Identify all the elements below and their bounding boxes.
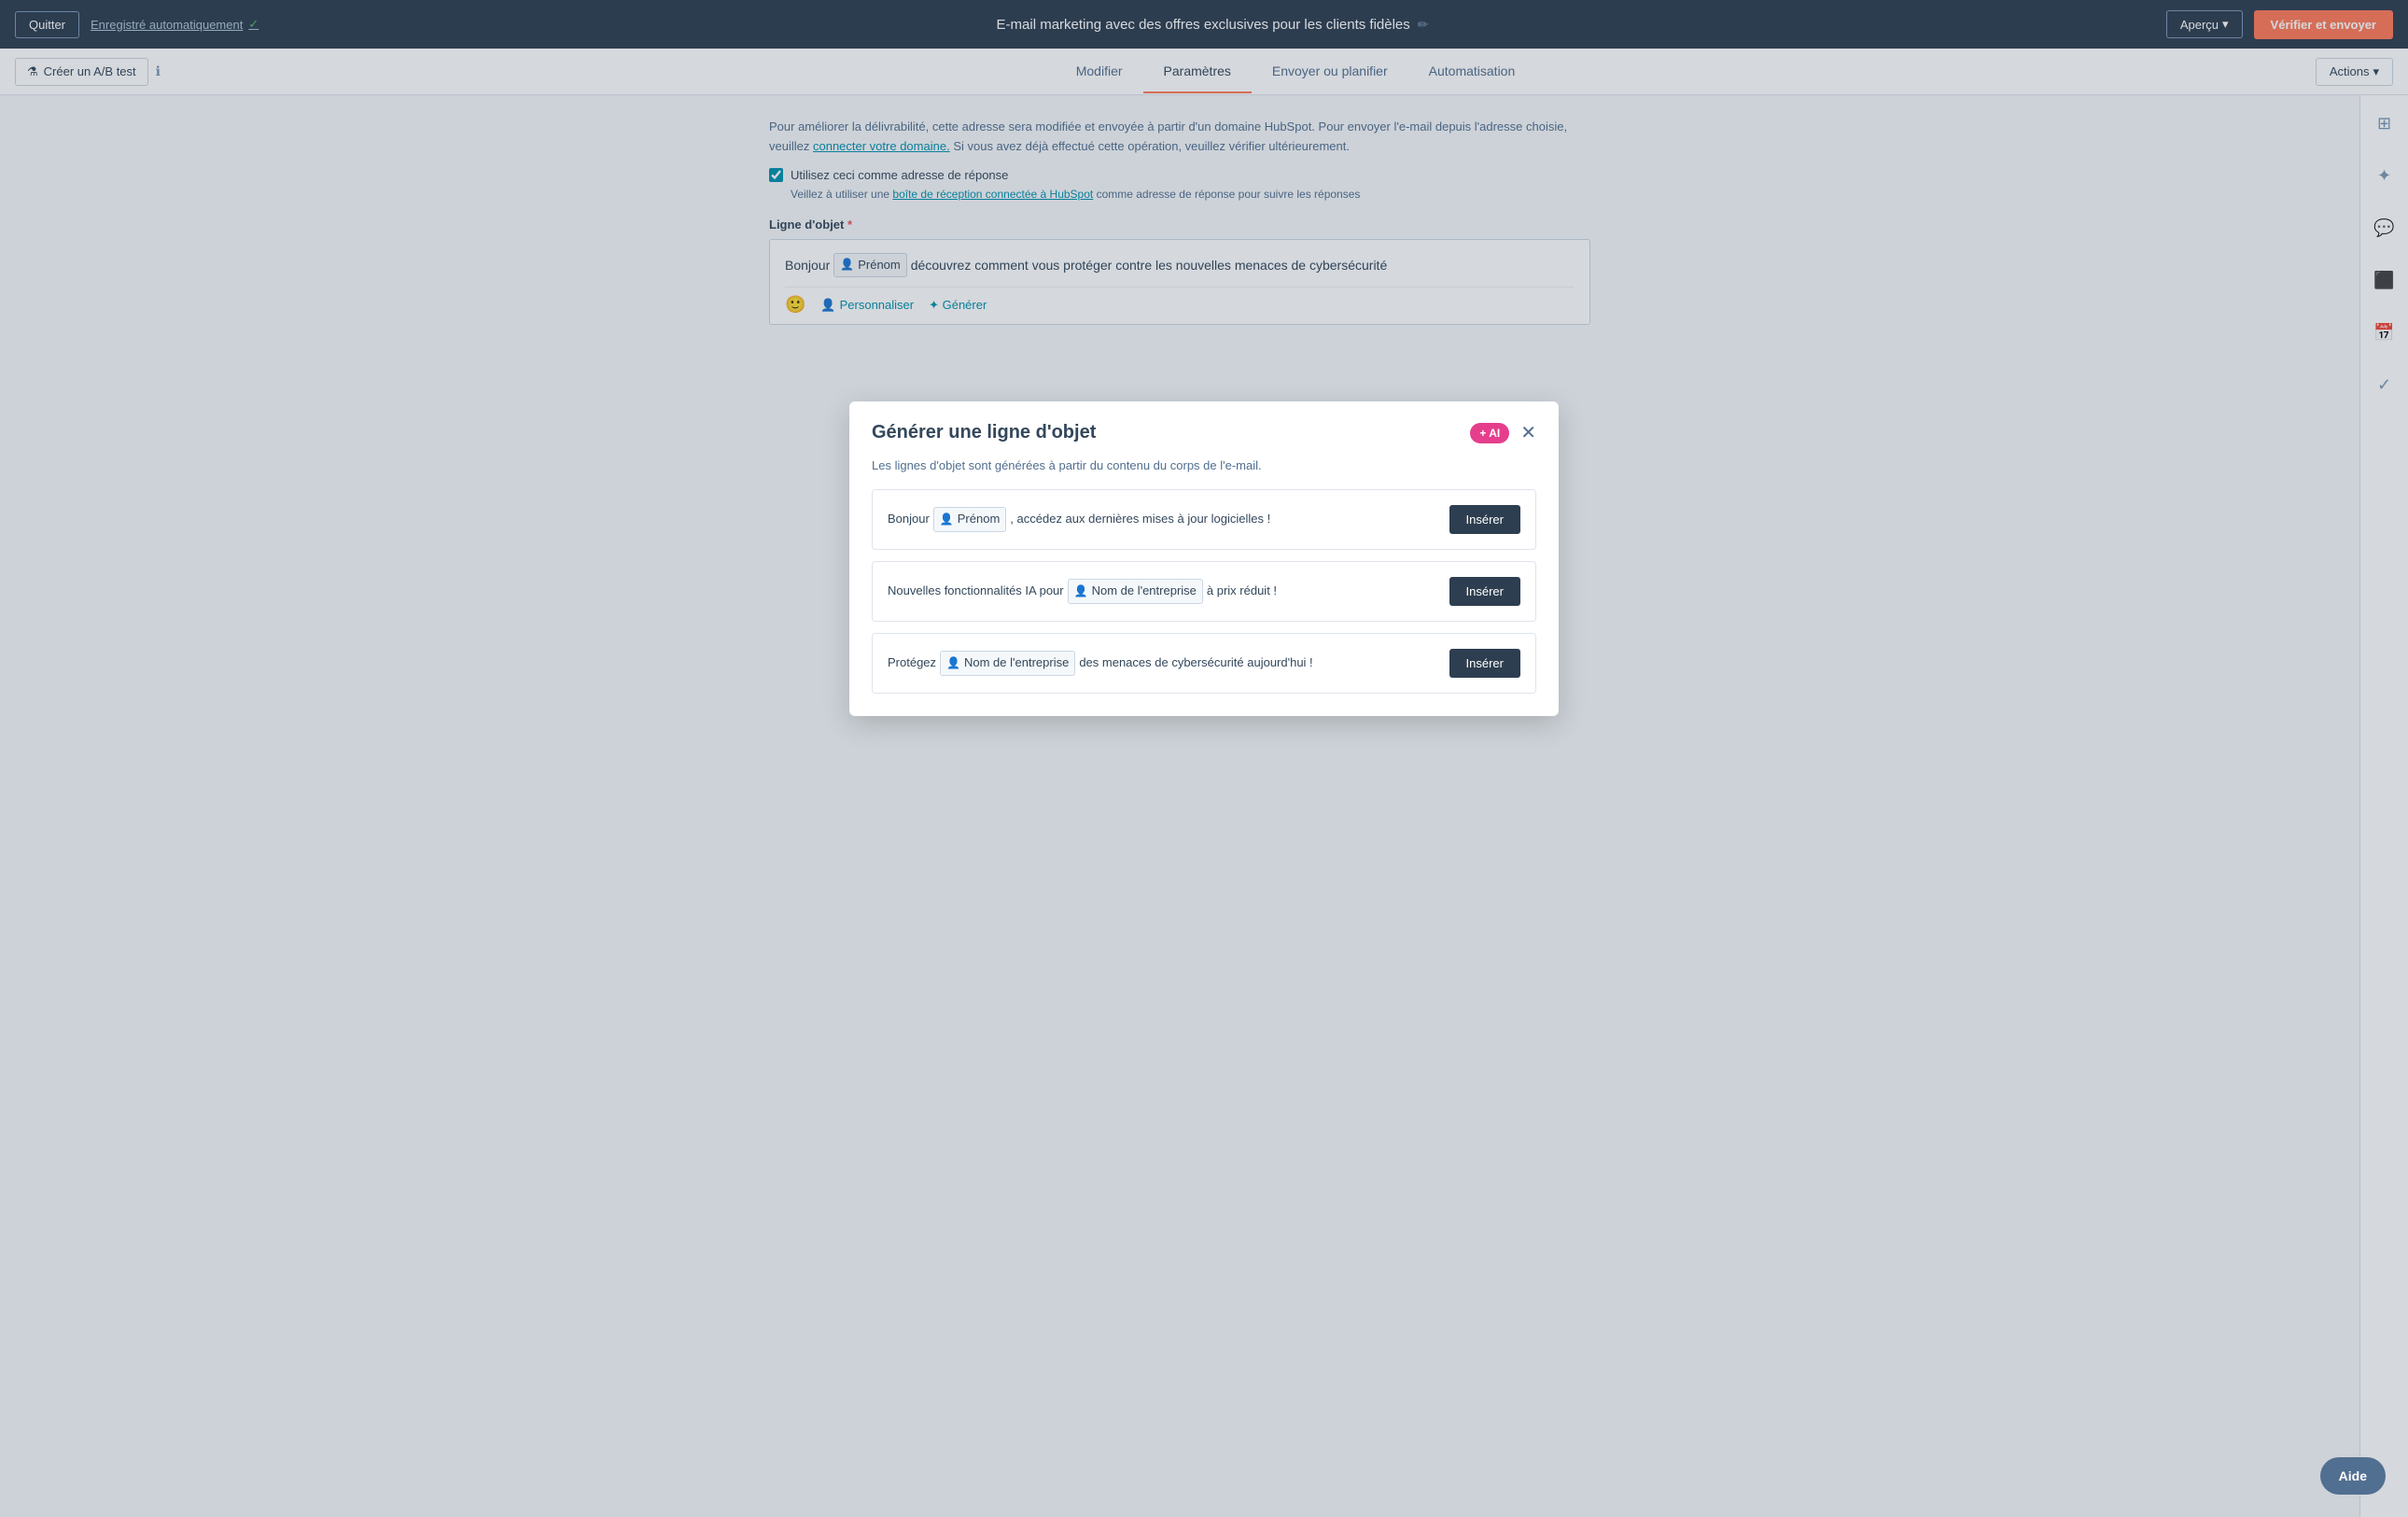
modal-subtitle: Les lignes d'objet sont générées à parti… bbox=[849, 458, 1559, 489]
modal-title: Générer une ligne d'objet bbox=[872, 422, 1096, 443]
generate-subject-modal: Générer une ligne d'objet + AI ✕ Les lig… bbox=[849, 401, 1559, 716]
modal-header-right: + AI ✕ bbox=[1470, 423, 1536, 443]
suggestion-text-2: Nouvelles fonctionnalités IA pour 👤 Nom … bbox=[888, 579, 1435, 604]
person-icon-s1: 👤 bbox=[940, 511, 954, 528]
modal-body: Bonjour 👤 Prénom , accédez aux dernières… bbox=[849, 489, 1559, 716]
help-button[interactable]: Aide bbox=[2320, 1457, 2386, 1495]
suggestion-1-token[interactable]: 👤 Prénom bbox=[933, 507, 1006, 532]
modal-header: Générer une ligne d'objet + AI ✕ bbox=[849, 401, 1559, 458]
ai-badge: + AI bbox=[1470, 423, 1509, 443]
insert-button-1[interactable]: Insérer bbox=[1449, 505, 1520, 534]
suggestion-3-token[interactable]: 👤 Nom de l'entreprise bbox=[940, 651, 1075, 676]
modal-backdrop[interactable] bbox=[0, 0, 2408, 1517]
person-icon-s3: 👤 bbox=[946, 654, 960, 672]
suggestion-text-3: Protégez 👤 Nom de l'entreprise des menac… bbox=[888, 651, 1435, 676]
suggestion-row-1: Bonjour 👤 Prénom , accédez aux dernières… bbox=[872, 489, 1536, 550]
suggestion-text-1: Bonjour 👤 Prénom , accédez aux dernières… bbox=[888, 507, 1435, 532]
modal-close-button[interactable]: ✕ bbox=[1520, 424, 1536, 442]
suggestion-2-token[interactable]: 👤 Nom de l'entreprise bbox=[1068, 579, 1203, 604]
insert-button-2[interactable]: Insérer bbox=[1449, 577, 1520, 606]
person-icon-s2: 👤 bbox=[1074, 583, 1088, 600]
modal-overlay: Générer une ligne d'objet + AI ✕ Les lig… bbox=[0, 0, 2408, 1517]
suggestion-row-2: Nouvelles fonctionnalités IA pour 👤 Nom … bbox=[872, 561, 1536, 622]
suggestion-row-3: Protégez 👤 Nom de l'entreprise des menac… bbox=[872, 633, 1536, 694]
insert-button-3[interactable]: Insérer bbox=[1449, 649, 1520, 678]
